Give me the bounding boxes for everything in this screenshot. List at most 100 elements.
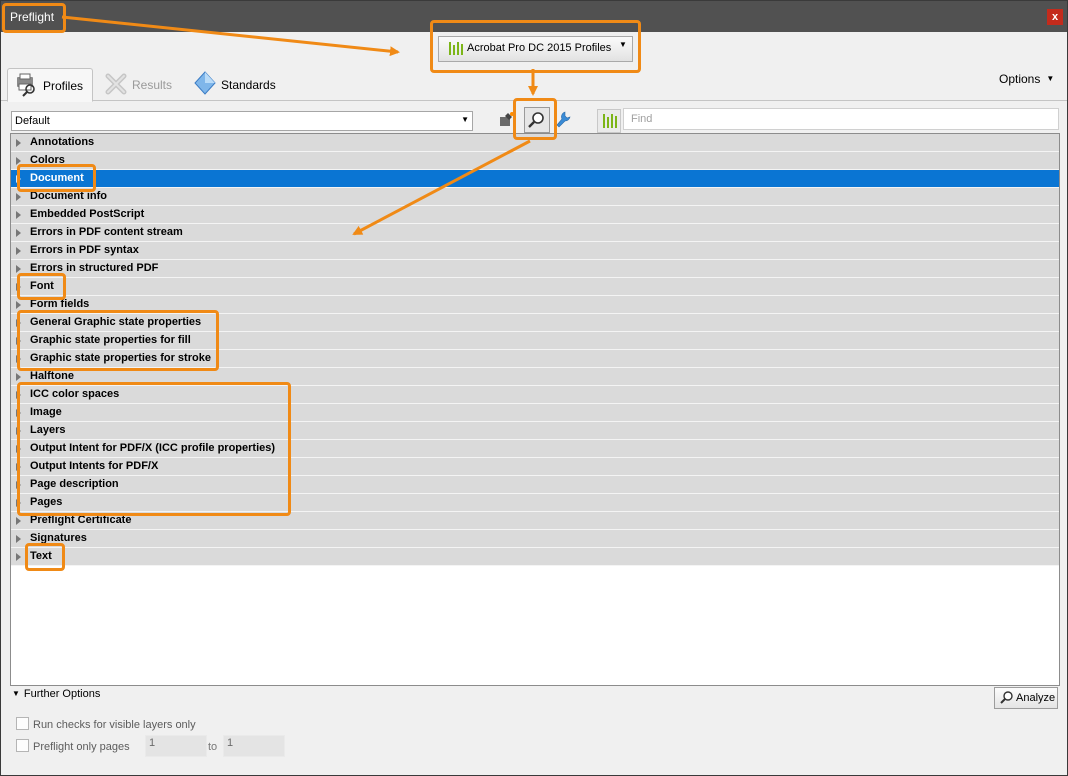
single-fixups-button[interactable]: [497, 109, 517, 130]
list-item[interactable]: Layers: [11, 422, 1059, 440]
expand-triangle-icon[interactable]: [16, 337, 21, 345]
list-item[interactable]: Errors in structured PDF: [11, 260, 1059, 278]
expand-triangle-icon[interactable]: [16, 193, 21, 201]
list-item[interactable]: Document info: [11, 188, 1059, 206]
expand-triangle-icon[interactable]: [16, 247, 21, 255]
list-item-label: Graphic state properties for fill: [30, 334, 191, 346]
preflight-pages-label: Preflight only pages: [33, 741, 130, 753]
list-item[interactable]: Image: [11, 404, 1059, 422]
visible-layers-checkbox[interactable]: [16, 717, 29, 730]
expand-triangle-icon[interactable]: [16, 427, 21, 435]
list-item[interactable]: Pages: [11, 494, 1059, 512]
tab-bar: Profiles Results Standards: [1, 63, 1067, 102]
list-item[interactable]: Page description: [11, 476, 1059, 494]
tab-standards[interactable]: Standards: [191, 68, 281, 100]
expand-triangle-icon[interactable]: [16, 445, 21, 453]
find-field[interactable]: [623, 108, 1059, 130]
list-item-label: ICC color spaces: [30, 388, 120, 400]
diamond-icon: [194, 71, 216, 95]
list-item[interactable]: ICC color spaces: [11, 386, 1059, 404]
list-item-label: Graphic state properties for stroke: [30, 352, 211, 364]
expand-triangle-icon[interactable]: [16, 463, 21, 471]
preflight-pages-option[interactable]: Preflight only pages: [16, 739, 130, 753]
profile-select-value: Default: [15, 115, 50, 127]
list-item-label: Embedded PostScript: [30, 208, 145, 220]
expand-triangle-icon[interactable]: [16, 175, 21, 183]
list-item[interactable]: Graphic state properties for fill: [11, 332, 1059, 350]
analyze-button[interactable]: Analyze: [994, 687, 1058, 709]
list-item[interactable]: Document: [11, 170, 1059, 188]
profiles-bars-button[interactable]: [597, 109, 621, 133]
list-item[interactable]: Graphic state properties for stroke: [11, 350, 1059, 368]
expand-triangle-icon[interactable]: [16, 283, 21, 291]
expand-triangle-icon[interactable]: [16, 319, 21, 327]
find-input[interactable]: [629, 112, 1053, 126]
list-item-label: Page description: [30, 478, 119, 490]
list-item[interactable]: Embedded PostScript: [11, 206, 1059, 224]
profile-library-dropdown[interactable]: Acrobat Pro DC 2015 Profiles ▼: [438, 36, 633, 62]
list-item-label: Errors in PDF content stream: [30, 226, 183, 238]
chevron-down-icon: ▼: [1046, 74, 1055, 83]
expand-triangle-icon[interactable]: [16, 517, 21, 525]
single-checks-button[interactable]: [524, 107, 550, 133]
expand-triangle-icon[interactable]: [16, 481, 21, 489]
list-item[interactable]: Halftone: [11, 368, 1059, 386]
list-item-label: Output Intent for PDF/X (ICC profile pro…: [30, 442, 276, 454]
list-item-label: Font: [30, 280, 54, 292]
expand-triangle-icon[interactable]: [16, 535, 21, 543]
profile-select[interactable]: Default ▼: [11, 111, 473, 131]
list-item[interactable]: General Graphic state properties: [11, 314, 1059, 332]
further-options-toggle[interactable]: ▼ Further Options: [12, 688, 100, 700]
bars-icon: [449, 42, 463, 55]
expand-triangle-icon[interactable]: [16, 355, 21, 363]
printer-magnifier-icon: [17, 73, 35, 97]
list-item-label: Image: [30, 406, 62, 418]
list-item[interactable]: Errors in PDF syntax: [11, 242, 1059, 260]
expand-triangle-icon[interactable]: [16, 391, 21, 399]
list-item[interactable]: Text: [11, 548, 1059, 566]
expand-triangle-icon[interactable]: [16, 553, 21, 561]
list-item-label: Output Intents for PDF/X: [30, 460, 159, 472]
list-item-label: General Graphic state properties: [30, 316, 202, 328]
list-item[interactable]: Colors: [11, 152, 1059, 170]
expand-triangle-icon[interactable]: [16, 157, 21, 165]
tab-profiles[interactable]: Profiles: [7, 68, 93, 102]
list-item[interactable]: Preflight Certificate: [11, 512, 1059, 530]
visible-layers-option[interactable]: Run checks for visible layers only: [16, 717, 196, 731]
close-button[interactable]: x: [1047, 9, 1063, 25]
options-menu[interactable]: Options ▼: [999, 72, 1054, 86]
list-item[interactable]: Errors in PDF content stream: [11, 224, 1059, 242]
expand-triangle-icon[interactable]: [16, 409, 21, 417]
wrench-icon: [556, 111, 571, 128]
visible-layers-label: Run checks for visible layers only: [33, 719, 196, 731]
list-item[interactable]: Form fields: [11, 296, 1059, 314]
page-to-field[interactable]: 1: [223, 735, 285, 757]
fixups-wrench-button[interactable]: [553, 109, 573, 130]
list-item[interactable]: Output Intents for PDF/X: [11, 458, 1059, 476]
list-item-label: Errors in structured PDF: [30, 262, 159, 274]
expand-triangle-icon[interactable]: [16, 499, 21, 507]
list-item[interactable]: Signatures: [11, 530, 1059, 548]
tab-results[interactable]: Results: [101, 68, 181, 100]
list-item-label: Signatures: [30, 532, 87, 544]
expand-triangle-icon[interactable]: [16, 373, 21, 381]
page-from-field[interactable]: 1: [145, 735, 207, 757]
page-range-to-label: to: [208, 741, 218, 753]
expand-triangle-icon[interactable]: [16, 229, 21, 237]
preflight-category-list: Annotations Colors Document Document info Em…: [10, 133, 1060, 686]
list-item-label: Errors in PDF syntax: [30, 244, 139, 256]
list-item-label: Text: [30, 550, 52, 562]
expand-triangle-icon[interactable]: [16, 265, 21, 273]
list-item-label: Pages: [30, 496, 63, 508]
preflight-pages-checkbox[interactable]: [16, 739, 29, 752]
expand-triangle-icon[interactable]: [16, 301, 21, 309]
tab-profiles-label: Profiles: [43, 79, 84, 93]
expand-triangle-icon[interactable]: [16, 139, 21, 147]
list-item[interactable]: Output Intent for PDF/X (ICC profile pro…: [11, 440, 1059, 458]
list-item[interactable]: Font: [11, 278, 1059, 296]
further-options-label: Further Options: [23, 688, 101, 700]
list-item[interactable]: Annotations: [11, 134, 1059, 152]
analyze-label: Analyze: [1016, 692, 1056, 704]
list-item-label: Halftone: [30, 370, 74, 382]
expand-triangle-icon[interactable]: [16, 211, 21, 219]
